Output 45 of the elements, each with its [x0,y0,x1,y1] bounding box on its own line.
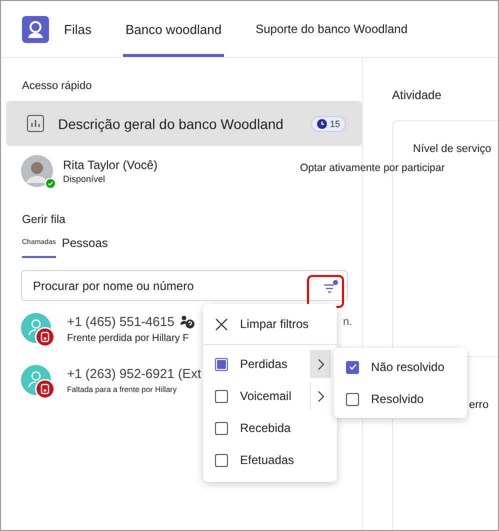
checkbox[interactable] [215,390,228,402]
caller-number: +1 (263) 952-6921 (Ext [67,366,202,381]
overview-label: Descrição geral do banco Woodland [58,116,284,132]
service-level-label: Nível de serviço [413,143,492,155]
wait-badge: 15 [310,116,346,132]
caller-avatar [21,365,55,399]
activity-heading: Atividade [392,88,442,102]
filter-item[interactable]: Voicemail [203,380,310,412]
available-status-icon [45,178,56,189]
stat-label: erro [469,399,489,411]
caller-number: +1 (465) 551-4615 [67,314,174,329]
avatar [21,155,53,187]
people-help-icon [180,314,196,328]
highlight-frame [307,275,344,308]
checkbox[interactable] [215,422,228,434]
status-filter-item[interactable]: Resolvido [334,383,467,415]
app-title[interactable]: Filas [62,22,94,36]
clear-filters-item[interactable]: Limpar filtros [203,304,337,344]
opt-in-label: Optar ativamente por participar [300,162,445,174]
status-filter-item[interactable]: Não resolvido [334,351,467,383]
user-status: Disponível [63,174,106,184]
call-detail: Frente perdida por Hillary F [67,333,190,344]
call-time: n. [343,316,352,328]
section-heading: Gerir fila [22,214,66,226]
checkbox[interactable] [215,454,228,466]
search-field[interactable]: Procurar por nome ou número [21,270,348,301]
checkbox[interactable] [215,358,228,370]
user-name: Rita Taylor (Você) [63,158,158,172]
chevron-right-icon[interactable] [310,350,331,378]
close-icon [215,318,228,330]
checkbox[interactable] [346,360,359,374]
caller-avatar [21,313,55,347]
filter-item[interactable]: Perdidas [203,348,310,380]
search-input[interactable]: Procurar por nome ou número [22,272,315,298]
filter-icon [323,278,339,292]
checkbox[interactable] [346,392,359,406]
queue-tab[interactable]: Banco woodland [123,1,224,57]
app-logo-icon [22,16,49,42]
section-heading: Acesso rápido [22,80,93,92]
queue-tab[interactable]: Suporte do banco Woodland [254,1,410,57]
check-icon [348,362,358,372]
chart-icon [27,115,44,132]
list-tab[interactable]: Pessoas [62,236,108,258]
filter-item[interactable]: Efetuadas [203,444,337,476]
overview-item[interactable]: Descrição geral do banco Woodland 15 [6,101,362,146]
